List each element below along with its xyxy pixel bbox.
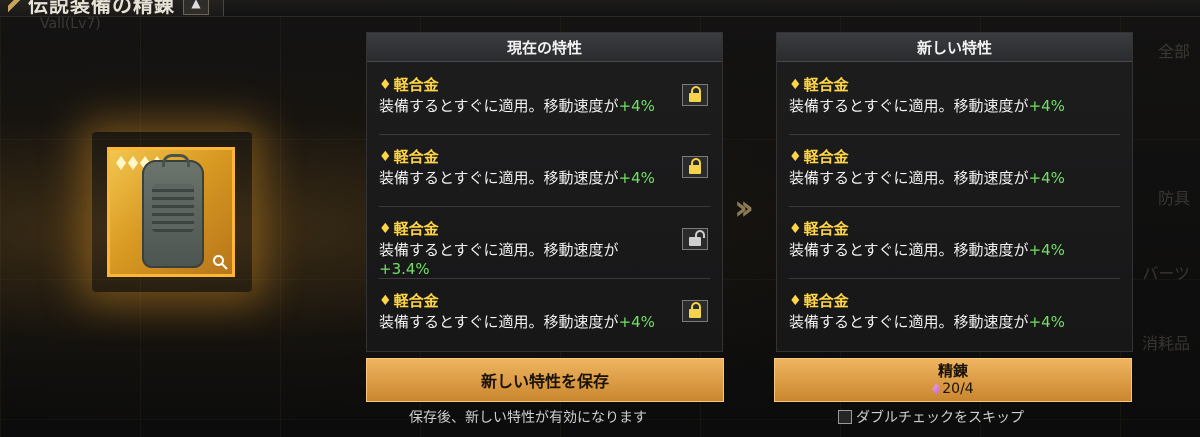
trait-value: +4%: [618, 313, 655, 331]
refine-cost-value: 20/4: [942, 381, 974, 397]
side-item-all[interactable]: 全部: [1158, 38, 1190, 62]
trait-row: ♦ 軽合金 装備するとすぐに適用。移動速度が+4%: [367, 62, 722, 134]
trait-desc: 装備するとすぐに適用。移動速度が: [379, 313, 619, 331]
trait-value: +3.4%: [379, 260, 430, 278]
trait-name: 軽合金: [803, 292, 849, 310]
save-note: 保存後、新しい特性が有効になります: [409, 410, 647, 426]
trait-name: 軽合金: [393, 76, 439, 94]
panel-title: 現在の特性: [367, 33, 722, 62]
menu-icon[interactable]: ▲: [183, 0, 209, 15]
current-traits-panel: 現在の特性 ♦ 軽合金 装備するとすぐに適用。移動速度が+4% ♦ 軽合金 装備する…: [366, 32, 723, 352]
ghost-subtitle: Vall(Lv7): [40, 16, 101, 32]
diamond-icon: [128, 156, 138, 170]
lock-icon[interactable]: [682, 84, 708, 106]
trait-value: +4%: [1028, 241, 1065, 259]
magnify-icon[interactable]: [212, 254, 228, 270]
trait-value: +4%: [1028, 97, 1065, 115]
page-title: 伝説装備の精錬: [28, 0, 175, 17]
diamond-icon: [116, 156, 126, 170]
side-item-armor[interactable]: 防具: [1158, 185, 1190, 209]
gem-icon: ♦: [379, 76, 392, 93]
gem-icon: ♦: [379, 220, 392, 237]
gem-icon: ♦: [789, 220, 802, 237]
skip-checkbox[interactable]: [838, 410, 852, 424]
crystal-icon: [932, 383, 941, 395]
trait-desc: 装備するとすぐに適用。移動速度が: [789, 169, 1029, 187]
backpack-icon: [142, 154, 204, 268]
gem-icon: ♦: [789, 76, 802, 93]
side-item-parts[interactable]: バーツ: [1142, 260, 1190, 284]
trait-name: 軽合金: [803, 220, 849, 238]
trait-row: ♦ 軽合金 装備するとすぐに適用。移動速度が+4%: [367, 278, 722, 350]
trait-name: 軽合金: [393, 292, 439, 310]
skip-double-check[interactable]: ダブルチェックをスキップ: [838, 407, 1024, 427]
trait-desc: 装備するとすぐに適用。移動速度が: [789, 97, 1029, 115]
trait-row: ♦ 軽合金 装備するとすぐに適用。移動速度が+3.4%: [367, 206, 722, 278]
trait-name: 軽合金: [393, 148, 439, 166]
title-slash-icon: [8, 0, 20, 14]
panel-title: 新しい特性: [777, 33, 1132, 62]
trait-value: +4%: [1028, 313, 1065, 331]
trait-name: 軽合金: [803, 148, 849, 166]
trait-row: ♦ 軽合金 装備するとすぐに適用。移動速度が+4%: [777, 134, 1132, 206]
side-menu: 全部 防具 バーツ 消耗品: [1130, 30, 1200, 430]
trait-row: ♦ 軽合金 装備するとすぐに適用。移動速度が+4%: [777, 62, 1132, 134]
trait-value: +4%: [618, 169, 655, 187]
lock-icon[interactable]: [682, 300, 708, 322]
trait-row: ♦ 軽合金 装備するとすぐに適用。移動速度が+4%: [367, 134, 722, 206]
trait-desc: 装備するとすぐに適用。移動速度が: [379, 97, 619, 115]
trait-row: ♦ 軽合金 装備するとすぐに適用。移動速度が+4%: [777, 206, 1132, 278]
trait-name: 軽合金: [803, 76, 849, 94]
trait-value: +4%: [618, 97, 655, 115]
side-item-consumables[interactable]: 消耗品: [1142, 330, 1190, 354]
chevron-right-icon: ››: [734, 188, 754, 228]
gem-icon: ♦: [789, 148, 802, 165]
refine-cost: 20/4: [932, 380, 974, 398]
skip-label: ダブルチェックをスキップ: [856, 410, 1024, 426]
gem-icon: ♦: [379, 148, 392, 165]
trait-value: +4%: [1028, 169, 1065, 187]
trait-desc: 装備するとすぐに適用。移動速度が: [789, 313, 1029, 331]
new-traits-panel: 新しい特性 ♦ 軽合金 装備するとすぐに適用。移動速度が+4% ♦ 軽合金 装備する…: [776, 32, 1133, 352]
title-tab: 伝説装備の精錬 ▲: [0, 0, 224, 17]
item-card[interactable]: [107, 147, 235, 277]
unlock-icon[interactable]: [682, 228, 708, 250]
trait-desc: 装備するとすぐに適用。移動速度が: [379, 241, 619, 259]
trait-desc: 装備するとすぐに適用。移動速度が: [379, 169, 619, 187]
trait-name: 軽合金: [393, 220, 439, 238]
save-traits-button[interactable]: 新しい特性を保存: [366, 358, 724, 402]
lock-icon[interactable]: [682, 156, 708, 178]
refine-button[interactable]: 精錬 20/4: [774, 358, 1132, 402]
trait-row: ♦ 軽合金 装備するとすぐに適用。移動速度が+4%: [777, 278, 1132, 350]
gem-icon: ♦: [789, 292, 802, 309]
refine-label: 精錬: [937, 362, 968, 380]
gem-icon: ♦: [379, 292, 392, 309]
trait-desc: 装備するとすぐに適用。移動速度が: [789, 241, 1029, 259]
